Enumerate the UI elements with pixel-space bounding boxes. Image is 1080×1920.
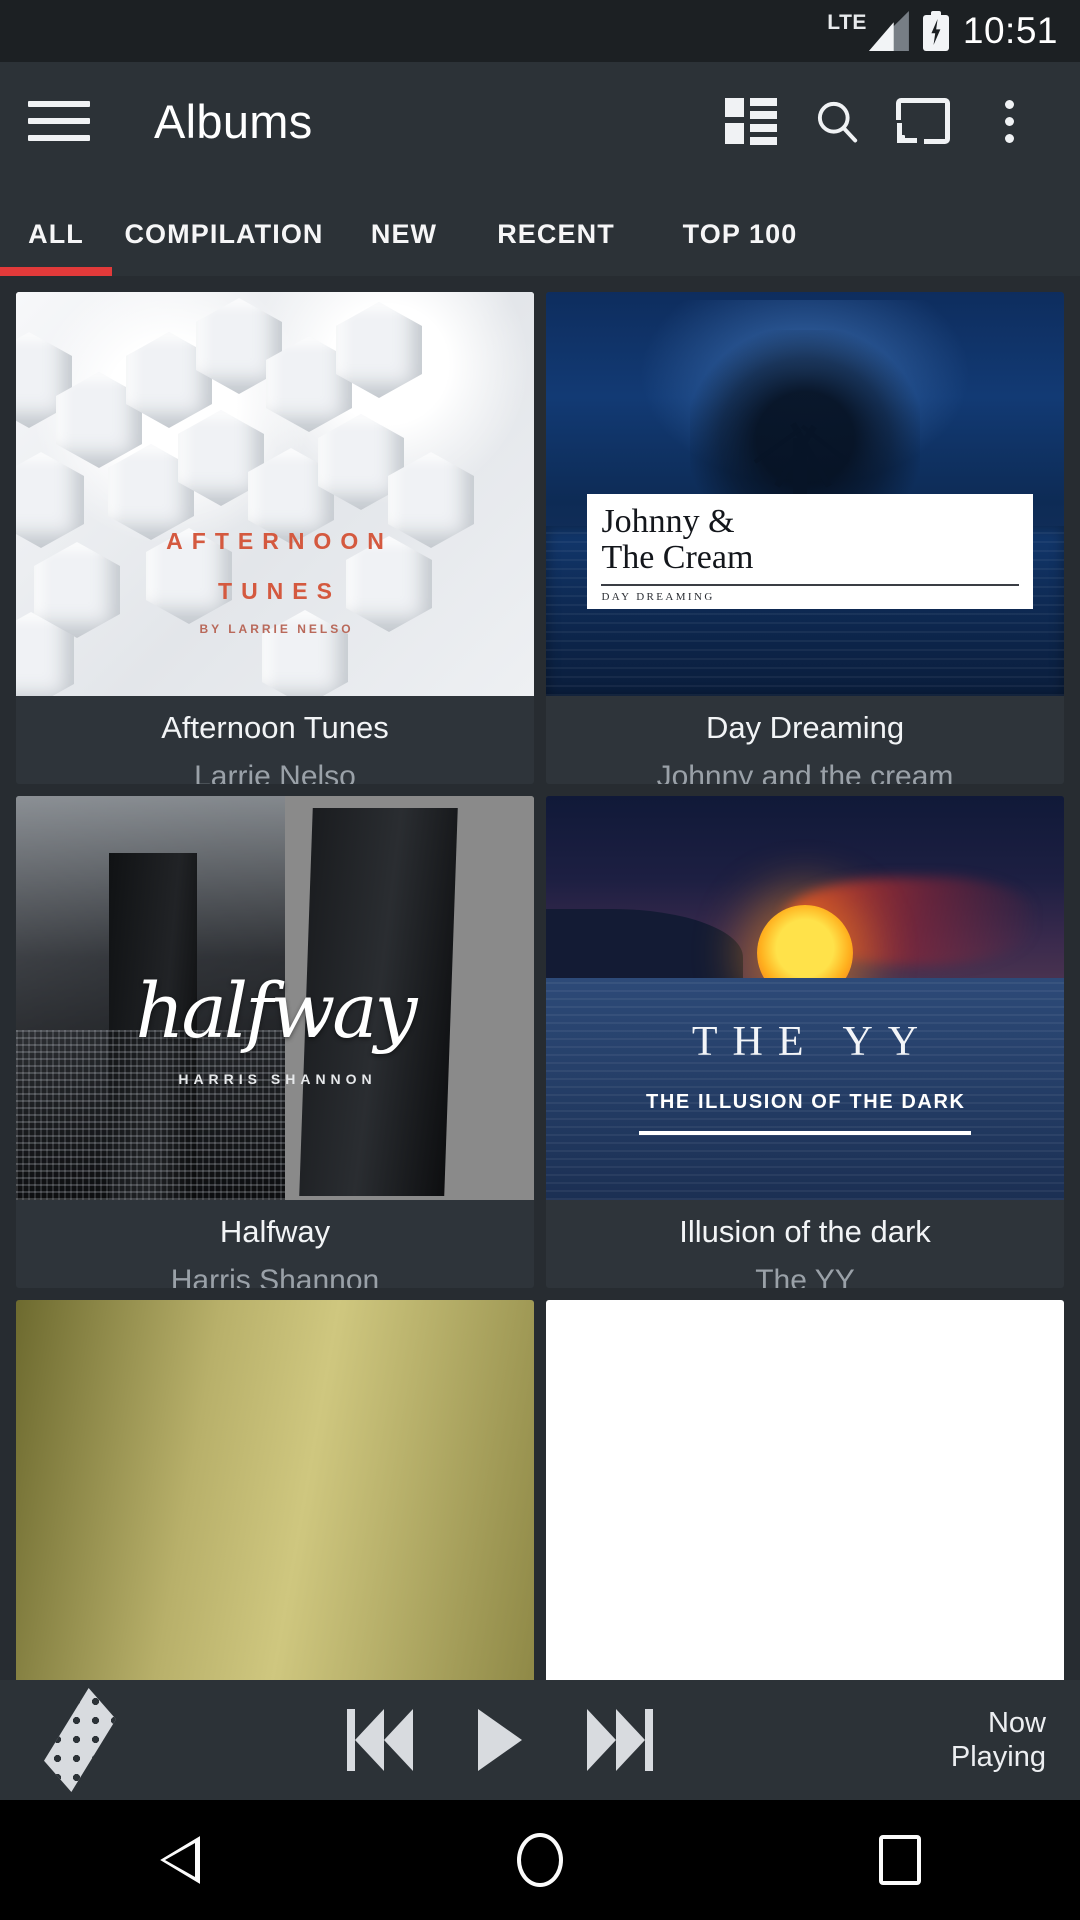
album-artist: Larrie Nelso	[194, 760, 356, 784]
album-title: Afternoon Tunes	[161, 710, 389, 745]
nav-home-button[interactable]	[465, 1800, 615, 1920]
app-toolbar: Albums	[0, 62, 1080, 180]
recents-square-icon	[879, 1835, 921, 1885]
album-cover-art	[16, 1300, 534, 1704]
cover-line-1: halfway	[135, 965, 418, 1055]
album-cover-art	[546, 1300, 1064, 1704]
album-caption: Halfway Harris Shannon	[16, 1200, 534, 1288]
cover-line-1: AFTERNOON	[166, 528, 393, 554]
now-playing-button[interactable]: Now Playing	[951, 1706, 1052, 1774]
album-card[interactable]: halfway HARRIS SHANNON Halfway Harris Sh…	[16, 796, 534, 1288]
album-cover-art: Johnny & The Cream DAY DREAMING	[546, 292, 1064, 696]
back-triangle-icon	[160, 1836, 200, 1884]
status-bar: LTE 10:51	[0, 0, 1080, 62]
album-card[interactable]: AFTERNOON TUNES BY LARRIE NELSO Afternoo…	[16, 292, 534, 784]
active-tab-indicator	[0, 267, 112, 276]
album-title: Day Dreaming	[705, 710, 905, 745]
tab-top-100[interactable]: TOP 100	[640, 219, 840, 276]
album-grid[interactable]: AFTERNOON TUNES BY LARRIE NELSO Afternoo…	[0, 276, 1080, 1720]
cover-line-2: The Cream	[601, 539, 754, 577]
network-label: LTE	[827, 11, 867, 34]
tab-bar: ALL COMPILATION NEW RECENT TOP 100	[0, 180, 1080, 276]
cast-icon	[894, 98, 950, 146]
view-mode-button[interactable]	[708, 78, 794, 164]
cover-underline	[639, 1131, 971, 1136]
page-title: Albums	[154, 94, 313, 148]
album-card[interactable]	[16, 1300, 534, 1704]
album-artist: The YY	[755, 1264, 855, 1288]
mini-player-bar: Now Playing	[0, 1680, 1080, 1800]
nav-back-button[interactable]	[105, 1800, 255, 1920]
cover-line-1: THE YY	[691, 1019, 934, 1066]
equalizer-button[interactable]	[28, 1688, 132, 1792]
album-title: Illusion of the dark	[679, 1214, 931, 1249]
play-button[interactable]	[440, 1688, 560, 1792]
hamburger-menu-icon[interactable]	[28, 90, 90, 152]
album-caption: Illusion of the dark The YY	[546, 1200, 1064, 1288]
network-status: LTE	[827, 11, 909, 51]
now-playing-line-2: Playing	[950, 1741, 1046, 1773]
album-card[interactable]: Johnny & The Cream DAY DREAMING Day Drea…	[546, 292, 1064, 784]
home-circle-icon	[517, 1833, 563, 1887]
album-caption: Afternoon Tunes Larrie Nelso	[16, 696, 534, 784]
list-view-icon	[725, 98, 777, 145]
more-vert-icon	[1004, 99, 1014, 143]
skip-previous-icon	[347, 1709, 413, 1771]
album-cover-art: THE YY THE ILLUSION OF THE DARK	[546, 796, 1064, 1200]
android-nav-bar	[0, 1800, 1080, 1920]
tab-recent[interactable]: RECENT	[472, 219, 640, 276]
cover-line-1: Johnny &	[601, 503, 735, 540]
albums-screen: LTE 10:51 Albums ALL COMPILATION NEW REC…	[0, 0, 1080, 1920]
tab-compilation[interactable]: COMPILATION	[112, 219, 336, 276]
cover-line-3: DAY DREAMING	[601, 583, 1019, 603]
album-artist: Johnny and the cream	[656, 760, 954, 784]
cover-line-2: THE ILLUSION OF THE DARK	[646, 1090, 966, 1113]
nav-recents-button[interactable]	[825, 1800, 975, 1920]
cover-line-2: HARRIS SHANNON	[178, 1070, 377, 1087]
status-clock: 10:51	[962, 10, 1058, 51]
search-button[interactable]	[794, 78, 880, 164]
skip-next-icon	[587, 1709, 653, 1771]
now-playing-line-1: Now	[987, 1706, 1046, 1739]
next-button[interactable]	[560, 1688, 680, 1792]
album-cover-art: halfway HARRIS SHANNON	[16, 796, 534, 1200]
album-card[interactable]	[546, 1300, 1064, 1704]
album-caption: Day Dreaming Johnny and the cream	[546, 696, 1064, 784]
previous-button[interactable]	[320, 1688, 440, 1792]
signal-bars-icon	[868, 11, 909, 51]
battery-charging-icon	[922, 11, 949, 51]
overflow-menu-button[interactable]	[966, 78, 1052, 164]
album-cover-art: AFTERNOON TUNES BY LARRIE NELSO	[16, 292, 534, 696]
cover-line-3: BY LARRIE NELSO	[199, 622, 354, 636]
play-icon	[478, 1709, 522, 1771]
equalizer-grid-icon	[44, 1688, 116, 1792]
tab-new[interactable]: NEW	[336, 219, 472, 276]
cover-line-2: TUNES	[218, 578, 341, 604]
album-artist: Harris Shannon	[170, 1264, 380, 1288]
cast-button[interactable]	[880, 78, 966, 164]
cover-title-plate: Johnny & The Cream DAY DREAMING	[587, 494, 1033, 609]
search-icon	[817, 101, 858, 143]
album-title: Halfway	[219, 1214, 331, 1249]
album-card[interactable]: THE YY THE ILLUSION OF THE DARK Illusion…	[546, 796, 1064, 1288]
